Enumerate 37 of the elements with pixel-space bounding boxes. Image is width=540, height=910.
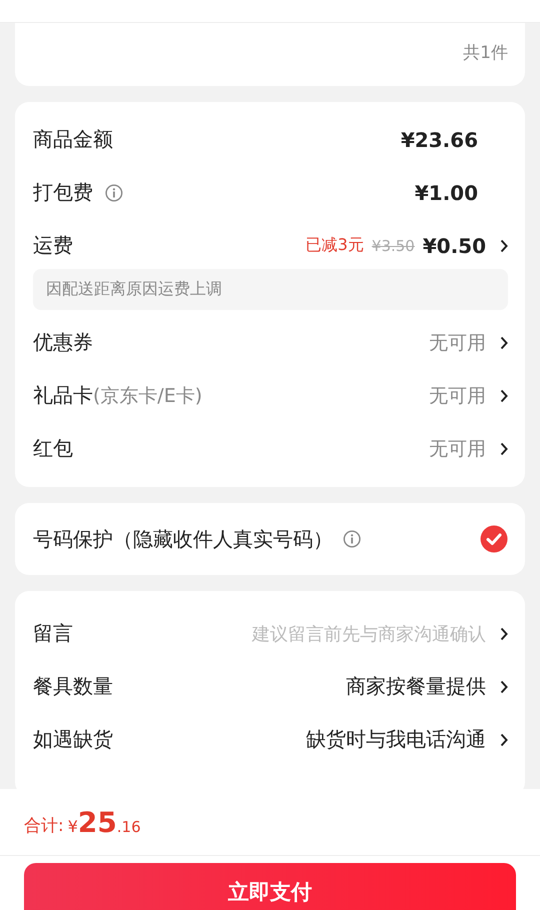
option-label: 留言	[33, 620, 73, 647]
original-price: ¥3.50	[372, 236, 415, 254]
fee-value[interactable]: 无可用	[429, 436, 486, 462]
privacy-label: 号码保护（隐藏收件人真实号码）	[33, 526, 333, 552]
fee-label: 优惠券	[33, 329, 93, 356]
fee-value[interactable]: 无可用	[429, 330, 486, 356]
option-value[interactable]: 缺货时与我电话沟通	[306, 726, 486, 753]
fee-value: ¥1.00	[414, 180, 478, 204]
option-value[interactable]: 商家按餐量提供	[346, 673, 486, 700]
chevron-icon	[500, 732, 508, 746]
fee-value: ¥23.66	[400, 128, 478, 152]
fee-label: 运费	[33, 232, 73, 259]
info-icon[interactable]	[105, 184, 123, 202]
chevron-icon	[500, 626, 508, 640]
fee-label: 红包	[33, 435, 73, 462]
info-icon[interactable]	[343, 530, 361, 548]
chevron-icon	[500, 238, 508, 252]
total-label: 合计:	[24, 814, 64, 836]
chevron-icon	[500, 336, 508, 350]
chevron-icon	[500, 680, 508, 694]
checkbox[interactable]	[480, 525, 508, 553]
pay-button[interactable]: 立即支付	[24, 863, 516, 910]
option-placeholder[interactable]: 建议留言前先与商家沟通确认	[252, 622, 486, 646]
fee-value: ¥0.50	[422, 234, 486, 258]
discount-text: 已减3元	[306, 235, 364, 256]
fee-label: 打包费	[33, 179, 93, 206]
fee-note: 因配送距离原因运费上调	[33, 269, 508, 310]
total-price: ¥25.16	[68, 806, 141, 838]
item-count: 共1件	[463, 42, 508, 64]
fee-label: 礼品卡	[33, 382, 93, 409]
fee-sublabel: (京东卡/E卡)	[93, 384, 202, 408]
fee-value[interactable]: 无可用	[429, 382, 486, 408]
option-label: 如遇缺货	[33, 726, 113, 753]
fee-label: 商品金额	[33, 126, 113, 153]
chevron-icon	[500, 388, 508, 402]
option-label: 餐具数量	[33, 673, 113, 700]
chevron-icon	[500, 442, 508, 456]
